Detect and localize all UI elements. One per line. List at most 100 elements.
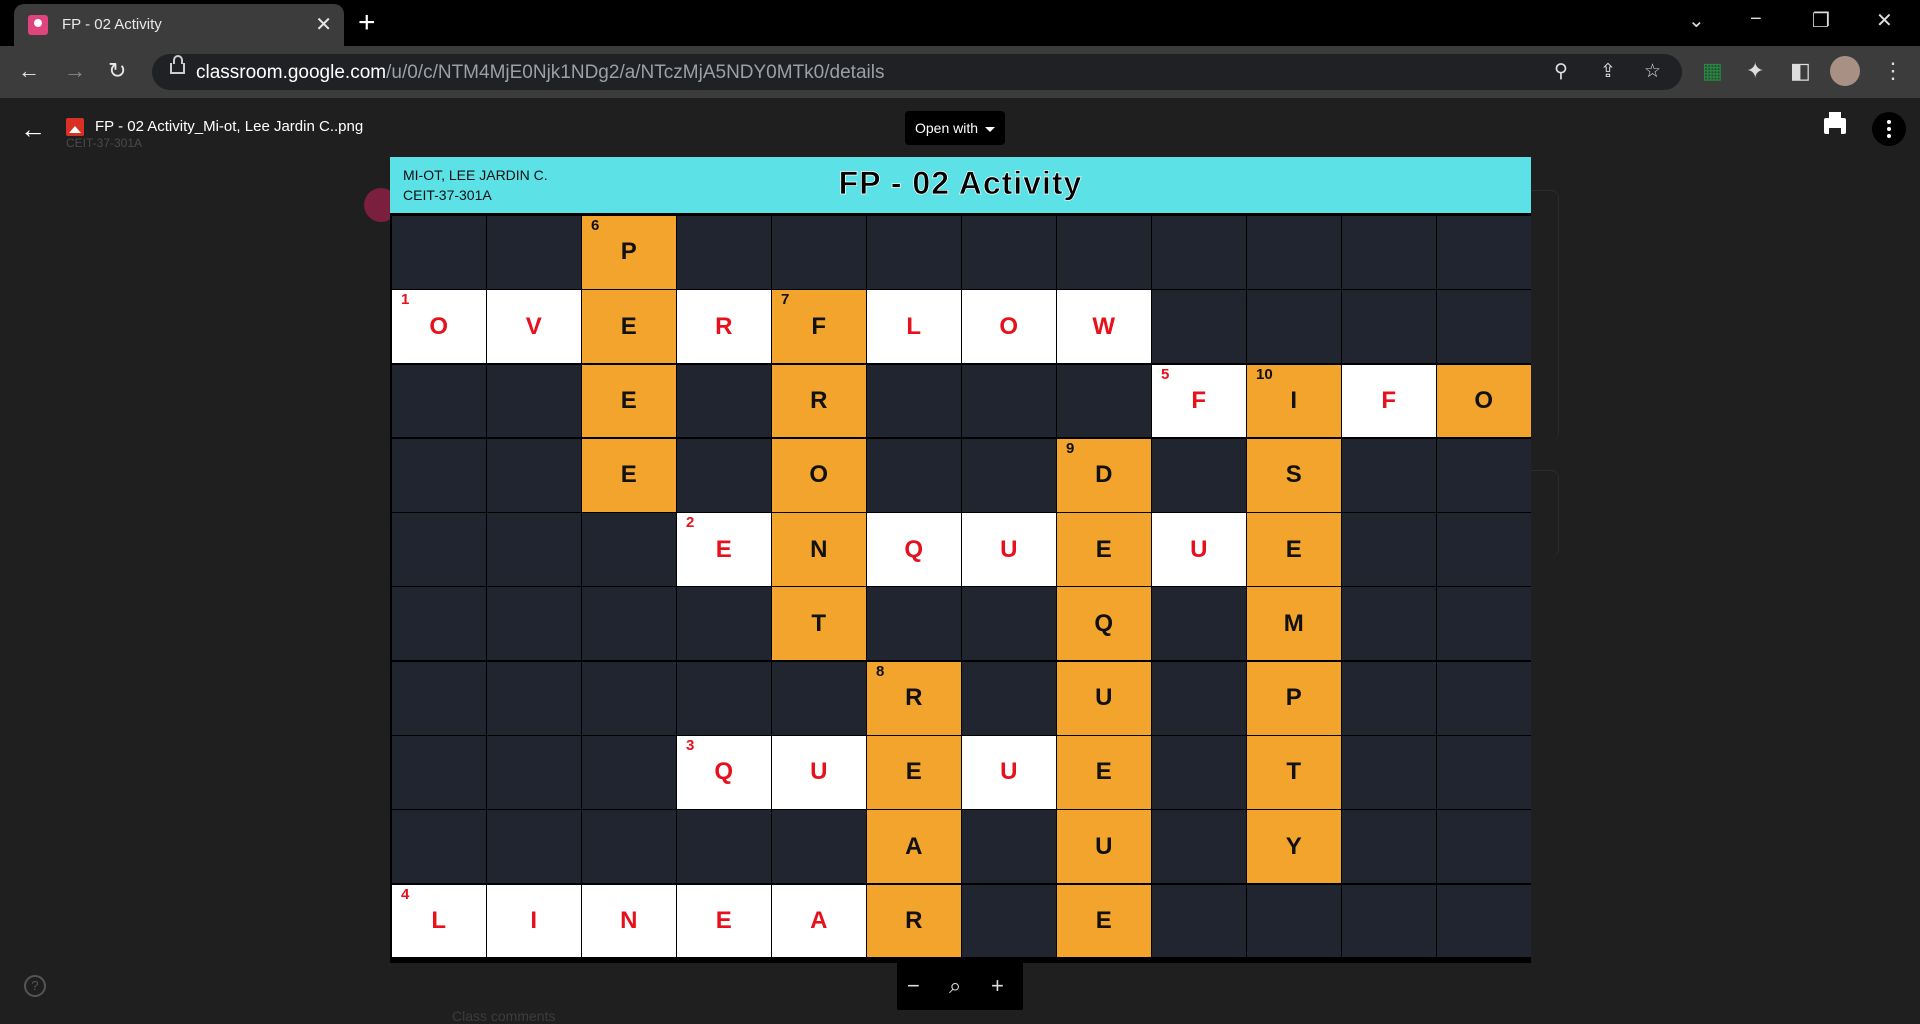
back-icon[interactable]: ← (18, 58, 40, 84)
new-tab-button[interactable]: + (358, 6, 376, 40)
cell-letter: M (1283, 609, 1304, 637)
empty-cell (392, 810, 486, 884)
more-options-icon[interactable] (1872, 112, 1906, 146)
crossword-header: MI-OT, LEE JARDIN C. CEIT-37-301A FP - 0… (390, 157, 1531, 213)
crossword-cell: A (867, 810, 961, 884)
cell-letter: A (810, 907, 828, 935)
empty-cell (867, 364, 961, 438)
help-icon[interactable]: ? (24, 975, 46, 997)
cell-letter: E (1095, 758, 1112, 786)
cell-letter: E (1095, 535, 1112, 563)
crossword-cell: 3Q (677, 736, 771, 809)
crossword-grid: 6 P 1 O V E R 7 F L O W E R 5 F 10 I F O E O 9 D S 2 E N Q U E U E T Q M 8 R U… (392, 216, 1531, 958)
browser-tab[interactable]: FP - 02 Activity ✕ (14, 4, 344, 46)
crossword-cell: T (772, 587, 866, 661)
sheets-extension-icon[interactable]: ▦ (1702, 58, 1723, 84)
clue-number: 3 (686, 737, 695, 755)
cell-letter: O (809, 461, 829, 489)
empty-cell (962, 364, 1056, 438)
crossword-cell: Y (1247, 810, 1341, 884)
clue-number: 5 (1161, 365, 1170, 383)
profile-avatar[interactable] (1830, 56, 1860, 86)
crossword-cell: S (1247, 438, 1341, 512)
empty-cell (582, 736, 676, 809)
cell-letter: N (810, 535, 828, 563)
background-subtitle: CEIT-37-301A (66, 136, 143, 150)
empty-cell (962, 587, 1056, 661)
classroom-favicon-icon (28, 15, 48, 35)
minimize-icon[interactable]: − (1750, 8, 1762, 31)
open-with-button[interactable]: Open with (905, 111, 1005, 145)
window-close-icon[interactable]: ✕ (1876, 8, 1893, 33)
cell-letter: D (1095, 461, 1113, 489)
cell-letter: O (429, 312, 449, 340)
crossword-cell: M (1247, 587, 1341, 661)
crossword-image: MI-OT, LEE JARDIN C. CEIT-37-301A FP - 0… (390, 157, 1531, 963)
cell-letter: N (620, 907, 638, 935)
empty-cell (487, 736, 581, 809)
activity-title: FP - 02 Activity (838, 165, 1083, 202)
empty-cell (582, 661, 676, 735)
crossword-cell: L (867, 290, 961, 364)
zoom-reset-icon[interactable]: ⌕ (949, 973, 961, 999)
empty-cell (1342, 810, 1436, 884)
chevron-down-icon (985, 127, 995, 132)
crossword-cell: U (772, 736, 866, 809)
empty-cell (582, 587, 676, 661)
file-name: FP - 02 Activity_Mi-ot, Lee Jardin C..pn… (95, 118, 364, 135)
extensions-puzzle-icon[interactable]: ✦ (1746, 58, 1764, 84)
empty-cell (582, 513, 676, 586)
background-card (1530, 470, 1559, 557)
cell-letter: R (810, 386, 828, 414)
side-panel-icon[interactable]: ◧ (1790, 58, 1811, 84)
share-icon[interactable]: ⇪ (1600, 60, 1616, 83)
zoom-out-button[interactable]: − (907, 973, 920, 999)
empty-cell (1342, 438, 1436, 512)
empty-cell (1342, 587, 1436, 661)
crossword-cell: R (677, 290, 771, 364)
cell-letter: P (1285, 684, 1302, 712)
class-comments-label: Class comments (452, 1008, 556, 1024)
cell-letter: U (1000, 535, 1018, 563)
empty-cell (1437, 216, 1531, 289)
crossword-cell: Q (867, 513, 961, 586)
restore-icon[interactable]: ❐ (1812, 8, 1830, 33)
crossword-cell: W (1057, 290, 1151, 364)
crossword-cell: O (962, 290, 1056, 364)
empty-cell (487, 216, 581, 289)
cell-letter: F (811, 312, 827, 340)
crossword-cell: 1O (392, 290, 486, 364)
cell-letter: U (810, 758, 828, 786)
viewer-back-icon[interactable]: ← (20, 114, 46, 145)
zoom-in-button[interactable]: + (991, 973, 1004, 999)
browser-menu-icon[interactable]: ⋮ (1882, 58, 1904, 84)
empty-cell (1152, 290, 1246, 364)
reload-icon[interactable]: ↻ (108, 58, 126, 84)
empty-cell (1342, 513, 1436, 586)
address-bar[interactable]: classroom.google.com/u/0/c/NTM4MjE0Njk1N… (152, 54, 1682, 90)
tab-close-icon[interactable]: ✕ (315, 12, 332, 37)
empty-cell (962, 216, 1056, 289)
empty-cell (1437, 736, 1531, 809)
cell-letter: E (715, 907, 732, 935)
empty-cell (392, 661, 486, 735)
empty-cell (487, 810, 581, 884)
empty-cell (867, 438, 961, 512)
tab-search-icon[interactable]: ⌄ (1688, 8, 1705, 33)
print-icon[interactable] (1824, 112, 1846, 134)
empty-cell (677, 438, 771, 512)
forward-icon[interactable]: → (64, 58, 86, 84)
bookmark-star-icon[interactable]: ☆ (1644, 60, 1661, 83)
url-text[interactable]: classroom.google.com/u/0/c/NTM4MjE0Njk1N… (196, 62, 884, 84)
empty-cell (677, 810, 771, 884)
cell-letter: Q (714, 758, 734, 786)
clue-number: 7 (781, 291, 790, 309)
empty-cell (1057, 364, 1151, 438)
crossword-cell: P (1247, 661, 1341, 735)
clue-number: 2 (686, 514, 695, 532)
zoom-icon[interactable]: ⚲ (1554, 60, 1568, 83)
cell-letter: F (1381, 386, 1397, 414)
cell-letter: T (811, 609, 827, 637)
lock-icon[interactable] (170, 55, 185, 74)
empty-cell (487, 364, 581, 438)
